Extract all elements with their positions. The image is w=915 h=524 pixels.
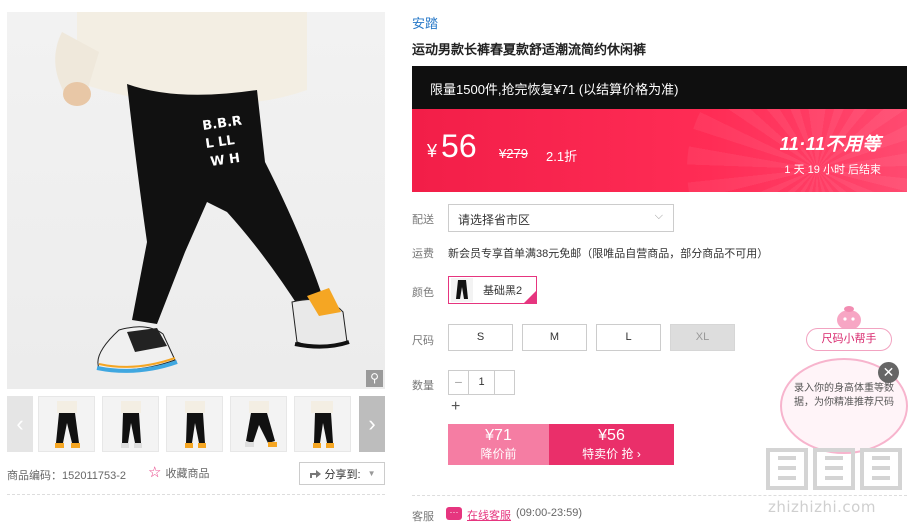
caret-down-icon: ▼ — [367, 469, 376, 478]
shipping-info: 新会员专享首单满38元免邮（限唯品自营商品，部分商品不可用） — [448, 248, 769, 260]
current-price-value: 56 — [441, 128, 477, 164]
color-option-selected[interactable]: 基础黑2 — [448, 276, 537, 304]
discount-rate: 2.1折 — [546, 149, 578, 164]
region-select-value: 请选择省市区 — [458, 213, 531, 227]
divider — [412, 495, 907, 496]
model-photo: B.B.R L LL W H — [55, 12, 350, 373]
currency-symbol: ¥ — [427, 141, 438, 161]
presale-price-button[interactable]: ¥71 降价前 — [448, 424, 549, 465]
thumbnail[interactable] — [38, 396, 95, 452]
favorite-label: 收藏商品 — [165, 468, 210, 480]
watermark-text: zhizhizhi.com — [768, 498, 876, 516]
product-title: 运动男款长裤春夏款舒适潮流简约休闲裤 — [412, 42, 647, 57]
chevron-right-icon[interactable]: › — [359, 396, 385, 452]
thumbnail[interactable] — [166, 396, 223, 452]
quantity-input[interactable]: 1 — [468, 370, 495, 395]
thumbnail[interactable] — [102, 396, 159, 452]
size-helper-button[interactable]: 尺码小帮手 — [806, 328, 892, 351]
close-icon[interactable]: ✕ — [878, 362, 899, 383]
online-service-link[interactable]: 在线客服 — [467, 507, 511, 523]
color-option-label: 基础黑2 — [483, 285, 523, 297]
chevron-down-icon: ⌵ — [654, 210, 663, 222]
chevron-left-icon[interactable]: ‹ — [7, 396, 33, 452]
selected-check-icon — [524, 291, 536, 303]
size-option-s[interactable]: S — [448, 324, 513, 351]
product-main-image[interactable]: B.B.R L LL W H ⚲ — [7, 12, 385, 389]
watermark-logo — [766, 448, 902, 490]
color-swatch — [451, 278, 473, 302]
countdown-timer: 1 天 19 小时 后结束 — [784, 164, 881, 176]
favorite-button[interactable]: ☆ 收藏商品 — [148, 465, 209, 481]
quantity-increase-button[interactable]: + — [451, 398, 460, 416]
delivery-label: 配送 — [412, 214, 434, 226]
product-meta-bar: 商品编码：152011753-2 ☆ 收藏商品 分享到: ▼ — [7, 462, 385, 486]
quantity-decrease-button[interactable]: − — [448, 370, 468, 395]
star-icon: ☆ — [148, 464, 162, 481]
quantity-stepper-end — [495, 370, 515, 395]
service-hours: (09:00-23:59) — [516, 507, 583, 519]
share-icon — [309, 470, 321, 478]
share-button[interactable]: 分享到: ▼ — [299, 462, 385, 485]
sale-price: ¥56 — [598, 427, 625, 444]
product-code: 商品编码：152011753-2 — [7, 470, 127, 482]
service-label: 客服 — [412, 511, 434, 523]
shipping-label: 运费 — [412, 248, 434, 260]
zoom-icon[interactable]: ⚲ — [366, 370, 383, 387]
thumbnail-strip: ‹ › — [7, 396, 385, 452]
promo-banner: 限量1500件,抢完恢复¥71 (以结算价格为准) — [412, 66, 907, 109]
region-select[interactable]: 请选择省市区 ⌵ — [448, 204, 674, 232]
current-price: ¥56 — [427, 126, 477, 171]
original-price: ¥279 — [499, 146, 528, 161]
size-option-xl: XL — [670, 324, 735, 351]
size-option-m[interactable]: M — [522, 324, 587, 351]
event-tag: 11·11不用等 — [779, 134, 881, 154]
presale-label: 降价前 — [480, 447, 517, 461]
share-label: 分享到: — [324, 468, 361, 481]
size-option-l[interactable]: L — [596, 324, 661, 351]
brand-link[interactable]: 安踏 — [412, 13, 438, 32]
buy-now-label: 特卖价 抢 › — [582, 447, 641, 461]
size-label: 尺码 — [412, 335, 434, 347]
price-panel: ¥56 ¥279 2.1折 11·11不用等 1 天 19 小时 后结束 — [412, 109, 907, 192]
buy-now-button[interactable]: ¥56 特卖价 抢 › — [549, 424, 674, 465]
presale-price: ¥71 — [485, 427, 512, 444]
quantity-label: 数量 — [412, 380, 434, 392]
thumbnail[interactable] — [230, 396, 287, 452]
color-label: 颜色 — [412, 287, 434, 299]
chat-icon: ··· — [446, 507, 462, 520]
divider — [7, 494, 385, 495]
thumbnail[interactable] — [294, 396, 351, 452]
